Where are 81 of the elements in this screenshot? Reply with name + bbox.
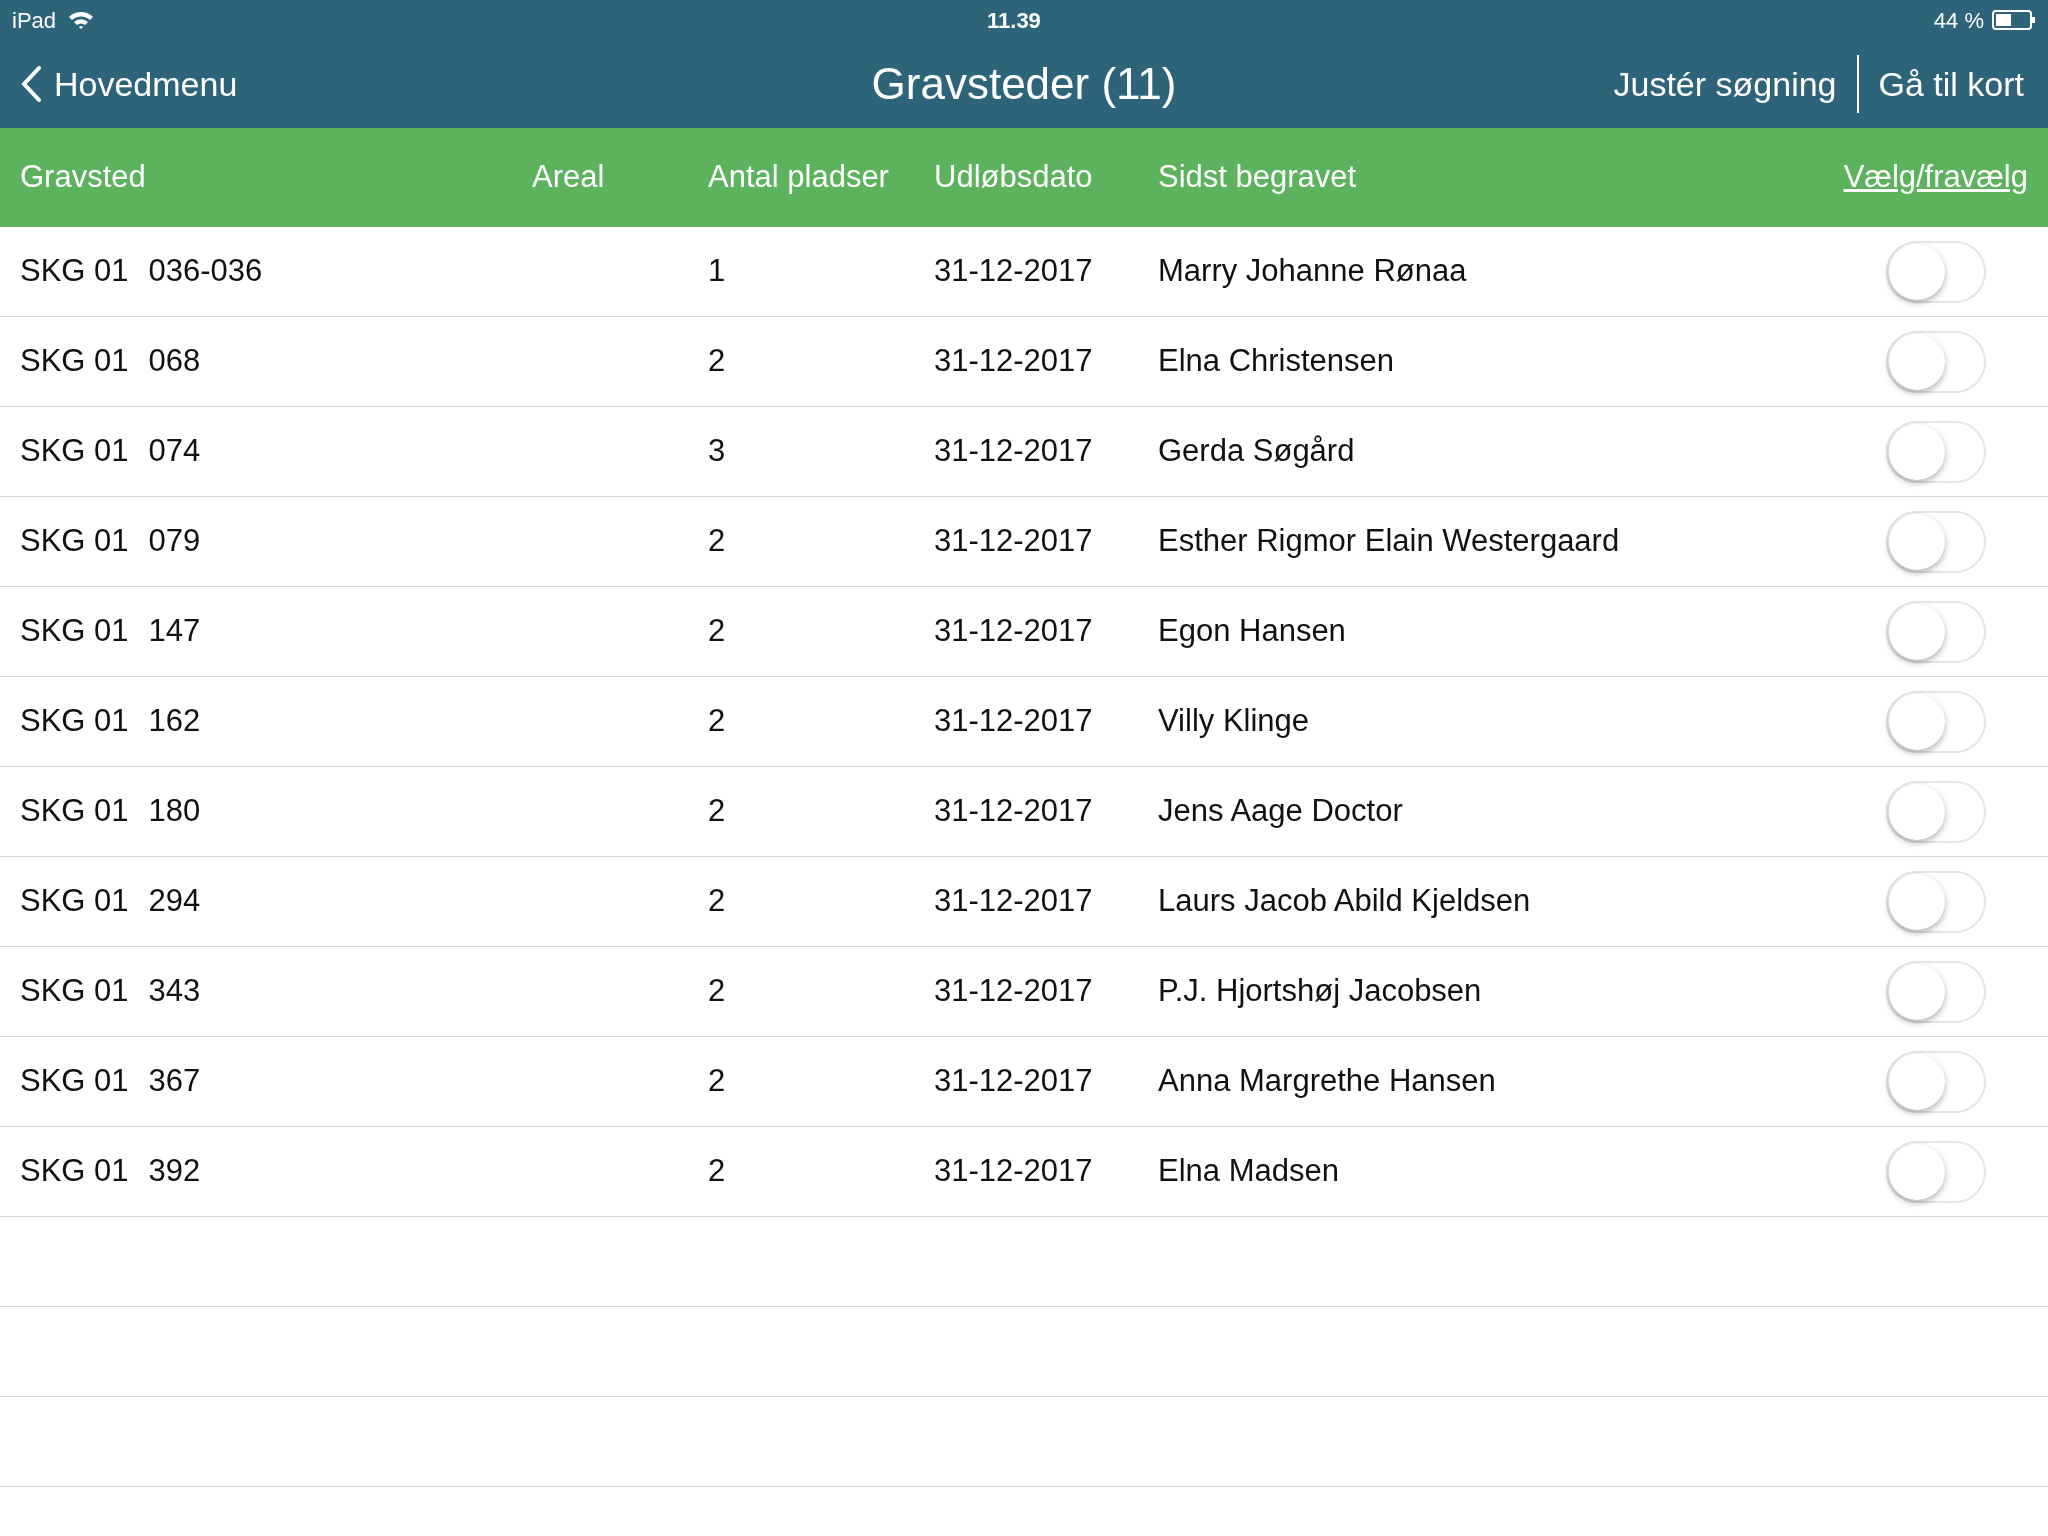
places-cell: 2	[708, 1153, 726, 1189]
battery-percent: 44 %	[1933, 6, 1984, 35]
grave-number: 180	[148, 792, 201, 831]
wifi-icon	[68, 10, 95, 30]
expiry-date: 31-12-2017	[934, 343, 1093, 379]
select-toggle[interactable]	[1886, 600, 1986, 663]
grave-number: 074	[148, 432, 201, 471]
column-header: Sidst begravet	[1158, 159, 1357, 195]
grave-section: SKG 01	[20, 788, 129, 835]
expiry-date: 31-12-2017	[934, 703, 1093, 739]
expiry-date: 31-12-2017	[934, 433, 1093, 469]
expiry-date: 31-12-2017	[934, 613, 1093, 649]
back-button[interactable]: Hovedmenu	[20, 58, 238, 110]
grave-section: SKG 01	[20, 338, 129, 385]
grave-number: 294	[148, 882, 201, 921]
places-cell: 2	[708, 973, 726, 1009]
battery-icon	[1992, 10, 2036, 30]
grave-section: SKG 01	[20, 698, 129, 745]
expiry-date: 31-12-2017	[934, 793, 1093, 829]
select-toggle[interactable]	[1886, 960, 1986, 1023]
expiry-date: 31-12-2017	[934, 1153, 1093, 1189]
status-time: 11.39	[986, 6, 1042, 35]
column-header: Gravsted	[20, 159, 146, 195]
places-cell: 2	[708, 343, 726, 379]
grave-number: 036-036	[148, 252, 263, 291]
buried-name: Anna Margrethe Hansen	[1158, 1063, 1496, 1099]
column-header: Antal pladser	[708, 159, 889, 195]
chevron-left-icon	[20, 65, 42, 103]
expiry-date: 31-12-2017	[934, 253, 1093, 289]
grave-number: 079	[148, 522, 201, 561]
grave-number: 162	[148, 702, 201, 741]
buried-name: Jens Aage Doctor	[1158, 793, 1403, 829]
select-toggle[interactable]	[1886, 330, 1986, 393]
expiry-date: 31-12-2017	[934, 973, 1093, 1009]
select-toggle[interactable]	[1886, 510, 1986, 573]
expiry-date: 31-12-2017	[934, 523, 1093, 559]
page-title: Gravsteder (11)	[871, 58, 1177, 110]
grave-number: 367	[148, 1062, 201, 1101]
places-cell: 3	[708, 433, 726, 469]
places-cell: 2	[708, 1063, 726, 1099]
select-toggle[interactable]	[1886, 1140, 1986, 1203]
grave-section: SKG 01	[20, 968, 129, 1015]
places-cell: 2	[708, 613, 726, 649]
device-name: iPad	[12, 6, 57, 35]
grave-number: 343	[148, 972, 201, 1011]
select-toggle[interactable]	[1886, 420, 1986, 483]
grave-number: 068	[148, 342, 201, 381]
grave-section: SKG 01	[20, 428, 129, 475]
grave-section: SKG 01	[20, 608, 129, 655]
select-toggle[interactable]	[1886, 1050, 1986, 1113]
grave-section: SKG 01	[20, 248, 129, 295]
grave-number: 392	[148, 1152, 201, 1191]
column-header: Areal	[532, 158, 605, 197]
grave-section: SKG 01	[20, 1058, 129, 1105]
places-cell: 2	[708, 793, 726, 829]
buried-name: Elna Madsen	[1158, 1153, 1339, 1189]
buried-name: Elna Christensen	[1158, 343, 1395, 379]
buried-name: Gerda Søgård	[1158, 433, 1355, 469]
buried-name: P.J. Hjortshøj Jacobsen	[1158, 973, 1482, 1009]
places-cell: 2	[708, 523, 726, 559]
expiry-date: 31-12-2017	[934, 1063, 1093, 1099]
select-toggle[interactable]	[1886, 240, 1986, 303]
buried-name: Egon Hansen	[1158, 613, 1346, 649]
expiry-date: 31-12-2017	[934, 883, 1093, 919]
column-header: Udløbsdato	[934, 159, 1093, 195]
grave-section: SKG 01	[20, 518, 129, 565]
grave-number: 147	[148, 612, 201, 651]
places-cell: 2	[708, 703, 726, 739]
nav-action-button[interactable]: Justér søgning	[1609, 58, 1841, 110]
select-toggle[interactable]	[1886, 780, 1986, 843]
nav-action-button[interactable]: Gå til kort	[1874, 58, 2028, 110]
places-cell: 2	[708, 883, 726, 919]
grave-section: SKG 01	[20, 878, 129, 925]
buried-name: Laurs Jacob Abild Kjeldsen	[1158, 883, 1531, 919]
buried-name: Villy Klinge	[1158, 703, 1310, 739]
buried-name: Marry Johanne Rønaa	[1158, 253, 1467, 289]
grave-section: SKG 01	[20, 1148, 129, 1195]
places-cell: 1	[708, 253, 726, 289]
select-toggle[interactable]	[1886, 870, 1986, 933]
buried-name: Esther Rigmor Elain Westergaard	[1158, 523, 1620, 559]
select-toggle[interactable]	[1886, 690, 1986, 753]
